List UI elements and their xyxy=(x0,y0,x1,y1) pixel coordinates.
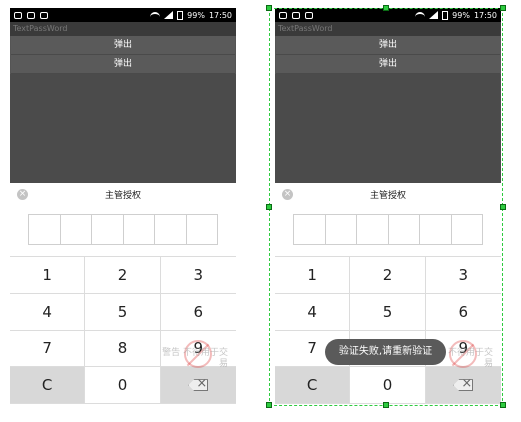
battery-level: 99% xyxy=(187,10,205,20)
key-3[interactable]: 3 xyxy=(425,257,501,294)
pin-cell xyxy=(29,215,61,244)
phone-screen-left: 99% 17:50 TextPassWord 弹出 弹出 × 主管授权 1 2 … xyxy=(10,8,236,404)
pin-cell xyxy=(187,215,218,244)
dialog-title: 主管授权 xyxy=(104,191,141,201)
auth-dialog: × 主管授权 1 2 3 4 5 6 7 8 9 C 0 警告 不得用于 xyxy=(10,183,236,404)
pin-cell xyxy=(420,215,452,244)
key-2[interactable]: 2 xyxy=(85,257,161,294)
clock: 17:50 xyxy=(208,10,232,20)
popup-button-1[interactable]: 弹出 xyxy=(276,36,500,55)
key-5[interactable]: 5 xyxy=(350,293,426,331)
clock: 17:50 xyxy=(473,10,497,20)
key-1[interactable]: 1 xyxy=(10,257,86,294)
dialog-title: 主管授权 xyxy=(369,191,406,201)
resize-handle[interactable] xyxy=(266,402,272,408)
pin-cell xyxy=(61,215,92,244)
key-4[interactable]: 4 xyxy=(10,293,86,331)
popup-button-2[interactable]: 弹出 xyxy=(11,55,235,74)
numeric-keypad: 1 2 3 4 5 6 7 8 9 C 0 xyxy=(10,256,236,404)
key-2[interactable]: 2 xyxy=(350,257,426,294)
pin-cell xyxy=(124,215,155,244)
pin-input[interactable] xyxy=(28,214,218,245)
pin-cell xyxy=(389,215,420,244)
pin-input[interactable] xyxy=(293,214,483,245)
resize-handle[interactable] xyxy=(383,402,389,408)
resize-handle[interactable] xyxy=(500,5,506,11)
key-backspace[interactable] xyxy=(425,367,501,404)
key-clear[interactable]: C xyxy=(275,367,351,404)
key-8[interactable]: 8 xyxy=(85,330,161,368)
signal-icon xyxy=(164,11,174,19)
dialog-header: × 主管授权 xyxy=(275,183,501,213)
key-clear[interactable]: C xyxy=(10,367,86,404)
resize-handle[interactable] xyxy=(383,5,389,11)
auth-dialog: × 主管授权 1 2 3 4 5 6 7 8 9 C 0 警告 不得用于 xyxy=(275,183,501,404)
pin-cell xyxy=(92,215,124,244)
image-icon xyxy=(27,11,35,19)
backspace-icon xyxy=(188,379,209,392)
dialog-header: × 主管授权 xyxy=(10,183,236,213)
image-icon xyxy=(292,11,300,19)
pin-cell xyxy=(294,215,326,244)
dim-overlay xyxy=(275,74,501,183)
resize-handle[interactable] xyxy=(500,204,506,210)
pin-cell xyxy=(326,215,357,244)
key-5[interactable]: 5 xyxy=(85,293,161,331)
pin-cell xyxy=(357,215,389,244)
toast-message: 验证失败,请重新验证 xyxy=(325,339,446,365)
signal-icon xyxy=(429,11,439,19)
resize-handle[interactable] xyxy=(500,402,506,408)
resize-handle[interactable] xyxy=(266,204,272,210)
battery-icon xyxy=(177,10,184,20)
key-backspace[interactable] xyxy=(160,367,236,404)
pin-cell xyxy=(155,215,187,244)
numeric-keypad: 1 2 3 4 5 6 7 8 9 C 0 xyxy=(275,256,501,404)
dim-overlay xyxy=(10,74,236,183)
notification-icon xyxy=(14,11,22,19)
key-9[interactable]: 9 xyxy=(160,330,236,368)
key-1[interactable]: 1 xyxy=(275,257,351,294)
shield-icon xyxy=(305,11,313,19)
popup-button-1[interactable]: 弹出 xyxy=(11,36,235,55)
pin-cell xyxy=(452,215,483,244)
key-6[interactable]: 6 xyxy=(425,293,501,331)
wifi-icon xyxy=(150,12,161,18)
phone-screen-right: 99% 17:50 TextPassWord 弹出 弹出 × 主管授权 1 2 … xyxy=(275,8,501,404)
notification-icon xyxy=(279,11,287,19)
key-4[interactable]: 4 xyxy=(275,293,351,331)
app-title: TextPassWord xyxy=(275,22,501,36)
app-title: TextPassWord xyxy=(10,22,236,36)
key-6[interactable]: 6 xyxy=(160,293,236,331)
key-0[interactable]: 0 xyxy=(85,367,161,404)
resize-handle[interactable] xyxy=(266,5,272,11)
key-7[interactable]: 7 xyxy=(10,330,86,368)
battery-icon xyxy=(442,10,449,20)
shield-icon xyxy=(40,11,48,19)
status-bar: 99% 17:50 xyxy=(10,8,236,22)
backspace-icon xyxy=(453,379,474,392)
popup-button-2[interactable]: 弹出 xyxy=(276,55,500,74)
key-3[interactable]: 3 xyxy=(160,257,236,294)
wifi-icon xyxy=(415,12,426,18)
key-0[interactable]: 0 xyxy=(350,367,426,404)
battery-level: 99% xyxy=(452,10,470,20)
